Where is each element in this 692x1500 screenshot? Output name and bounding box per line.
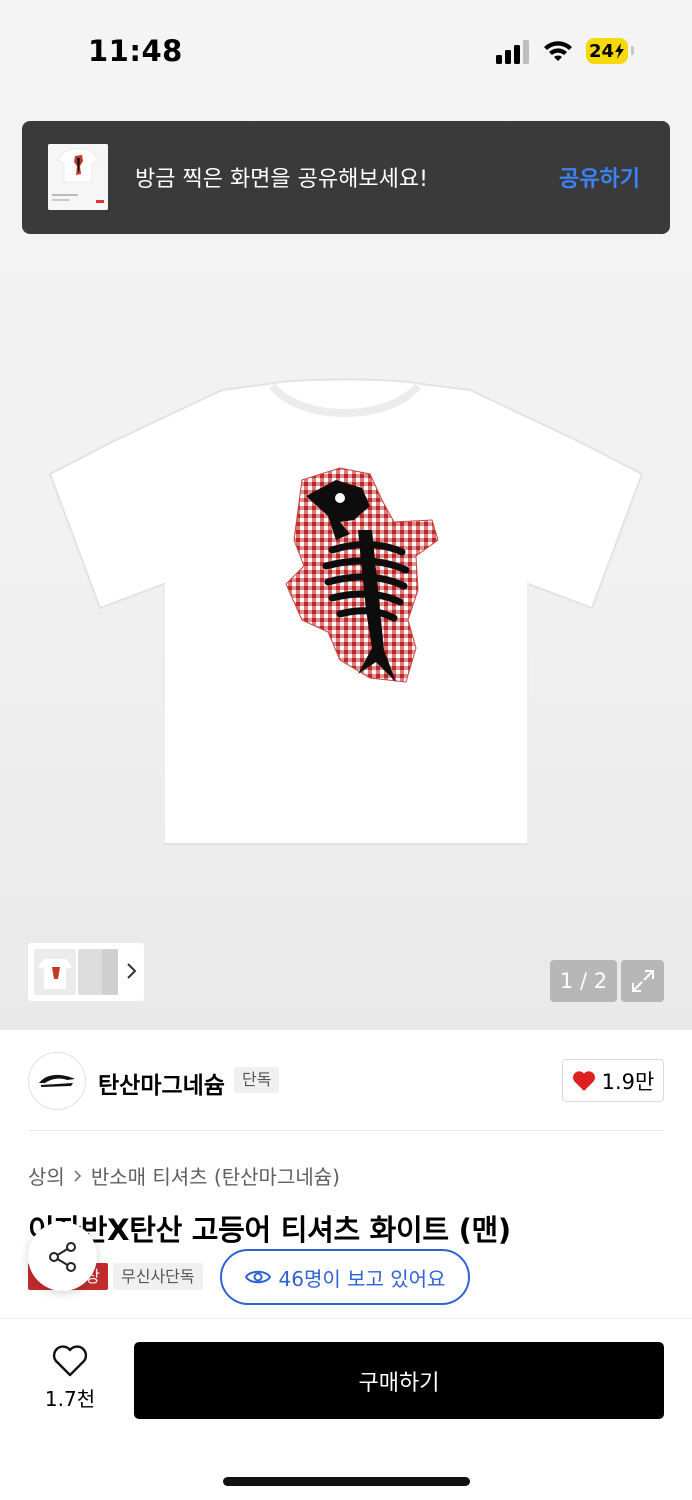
brand-name[interactable]: 탄산마그네슘 (98, 1066, 225, 1100)
expand-icon[interactable] (621, 960, 664, 1002)
home-indicator[interactable] (223, 1477, 470, 1486)
toast-message: 방금 찍은 화면을 공유해보세요! (135, 167, 428, 192)
thumbnail-2[interactable] (78, 949, 102, 995)
screenshot-thumbnail[interactable] (48, 144, 108, 210)
status-bar: 11:48 24 (0, 0, 692, 100)
exclusive-badge: 무신사단독 (113, 1263, 203, 1290)
heart-filled-icon (572, 1070, 595, 1091)
chevron-right-icon[interactable] (124, 959, 140, 983)
wifi-icon (544, 41, 572, 61)
brand-logo[interactable] (28, 1052, 86, 1110)
breadcrumb: 상의 반소매 티셔츠 (탄산마그네슘) (28, 1161, 340, 1190)
thumbnail-3[interactable] (102, 949, 118, 995)
divider (28, 1130, 664, 1131)
live-viewers-text: 46명이 보고 있어요 (278, 1266, 446, 1291)
product-title: 이자반X탄산 고등어 티셔츠 화이트 (맨) (28, 1213, 511, 1247)
chevron-right-icon (74, 1169, 81, 1182)
wishlist-count: 1.7천 (44, 1387, 96, 1411)
product-image[interactable] (40, 370, 650, 850)
product-gallery[interactable]: 11:48 24 방금 찍은 화면을 공유해보세요! 공유하기 1 / 2 (0, 0, 692, 1030)
charging-bolt-icon (615, 43, 625, 59)
share-now-button[interactable]: 공유하기 (559, 161, 640, 193)
image-counter: 1 / 2 (550, 960, 617, 1002)
thumbnail-strip[interactable] (28, 943, 144, 1001)
battery-level: 24 (588, 40, 615, 62)
battery-icon: 24 (586, 38, 628, 64)
buy-button[interactable]: 구매하기 (134, 1342, 664, 1419)
heart-outline-icon (52, 1345, 88, 1377)
share-button[interactable] (28, 1222, 97, 1291)
divider (0, 1318, 692, 1319)
brand-like-count: 1.9만 (601, 1069, 655, 1094)
status-time: 11:48 (88, 34, 183, 68)
breadcrumb-subcategory[interactable]: 반소매 티셔츠 (탄산마그네슘) (91, 1161, 340, 1190)
cellular-signal-icon (496, 40, 529, 64)
share-icon (48, 1241, 76, 1272)
live-viewers-pill: 46명이 보고 있어요 (220, 1249, 470, 1305)
brand-like-button[interactable]: 1.9만 (562, 1059, 664, 1102)
breadcrumb-category[interactable]: 상의 (28, 1161, 65, 1190)
eye-icon (244, 1270, 271, 1284)
thumbnail-1[interactable] (34, 949, 76, 995)
wishlist-button[interactable]: 1.7천 (30, 1345, 110, 1415)
screenshot-share-toast: 방금 찍은 화면을 공유해보세요! 공유하기 (22, 121, 670, 234)
brand-exclusive-badge: 단독 (234, 1067, 280, 1093)
